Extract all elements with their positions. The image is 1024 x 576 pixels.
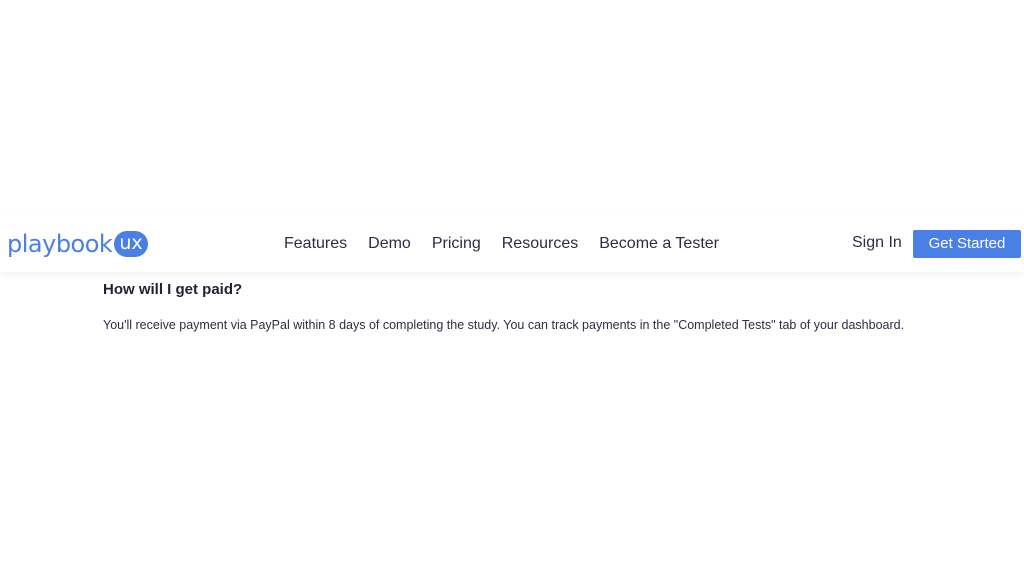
top-navbar: playbook ux Features Demo Pricing Resour… <box>0 216 1024 272</box>
nav-link-resources[interactable]: Resources <box>502 235 578 253</box>
logo[interactable]: playbook ux <box>7 227 148 261</box>
faq-answer: You'll receive payment via PayPal within… <box>103 318 905 332</box>
nav-link-demo[interactable]: Demo <box>368 235 411 253</box>
logo-wordmark: playbook <box>7 230 113 258</box>
sign-in-link[interactable]: Sign In <box>852 234 902 252</box>
faq-item: How will I get paid? You'll receive paym… <box>103 281 923 336</box>
nav-link-pricing[interactable]: Pricing <box>432 235 481 253</box>
nav-link-features[interactable]: Features <box>284 235 347 253</box>
logo-badge: ux <box>114 231 148 257</box>
faq-question: How will I get paid? <box>103 281 243 298</box>
nav-link-become-a-tester[interactable]: Become a Tester <box>599 235 719 253</box>
get-started-button[interactable]: Get Started <box>913 230 1021 258</box>
main-nav: Features Demo Pricing Resources Become a… <box>284 216 740 272</box>
page: playbook ux Features Demo Pricing Resour… <box>0 0 1024 576</box>
